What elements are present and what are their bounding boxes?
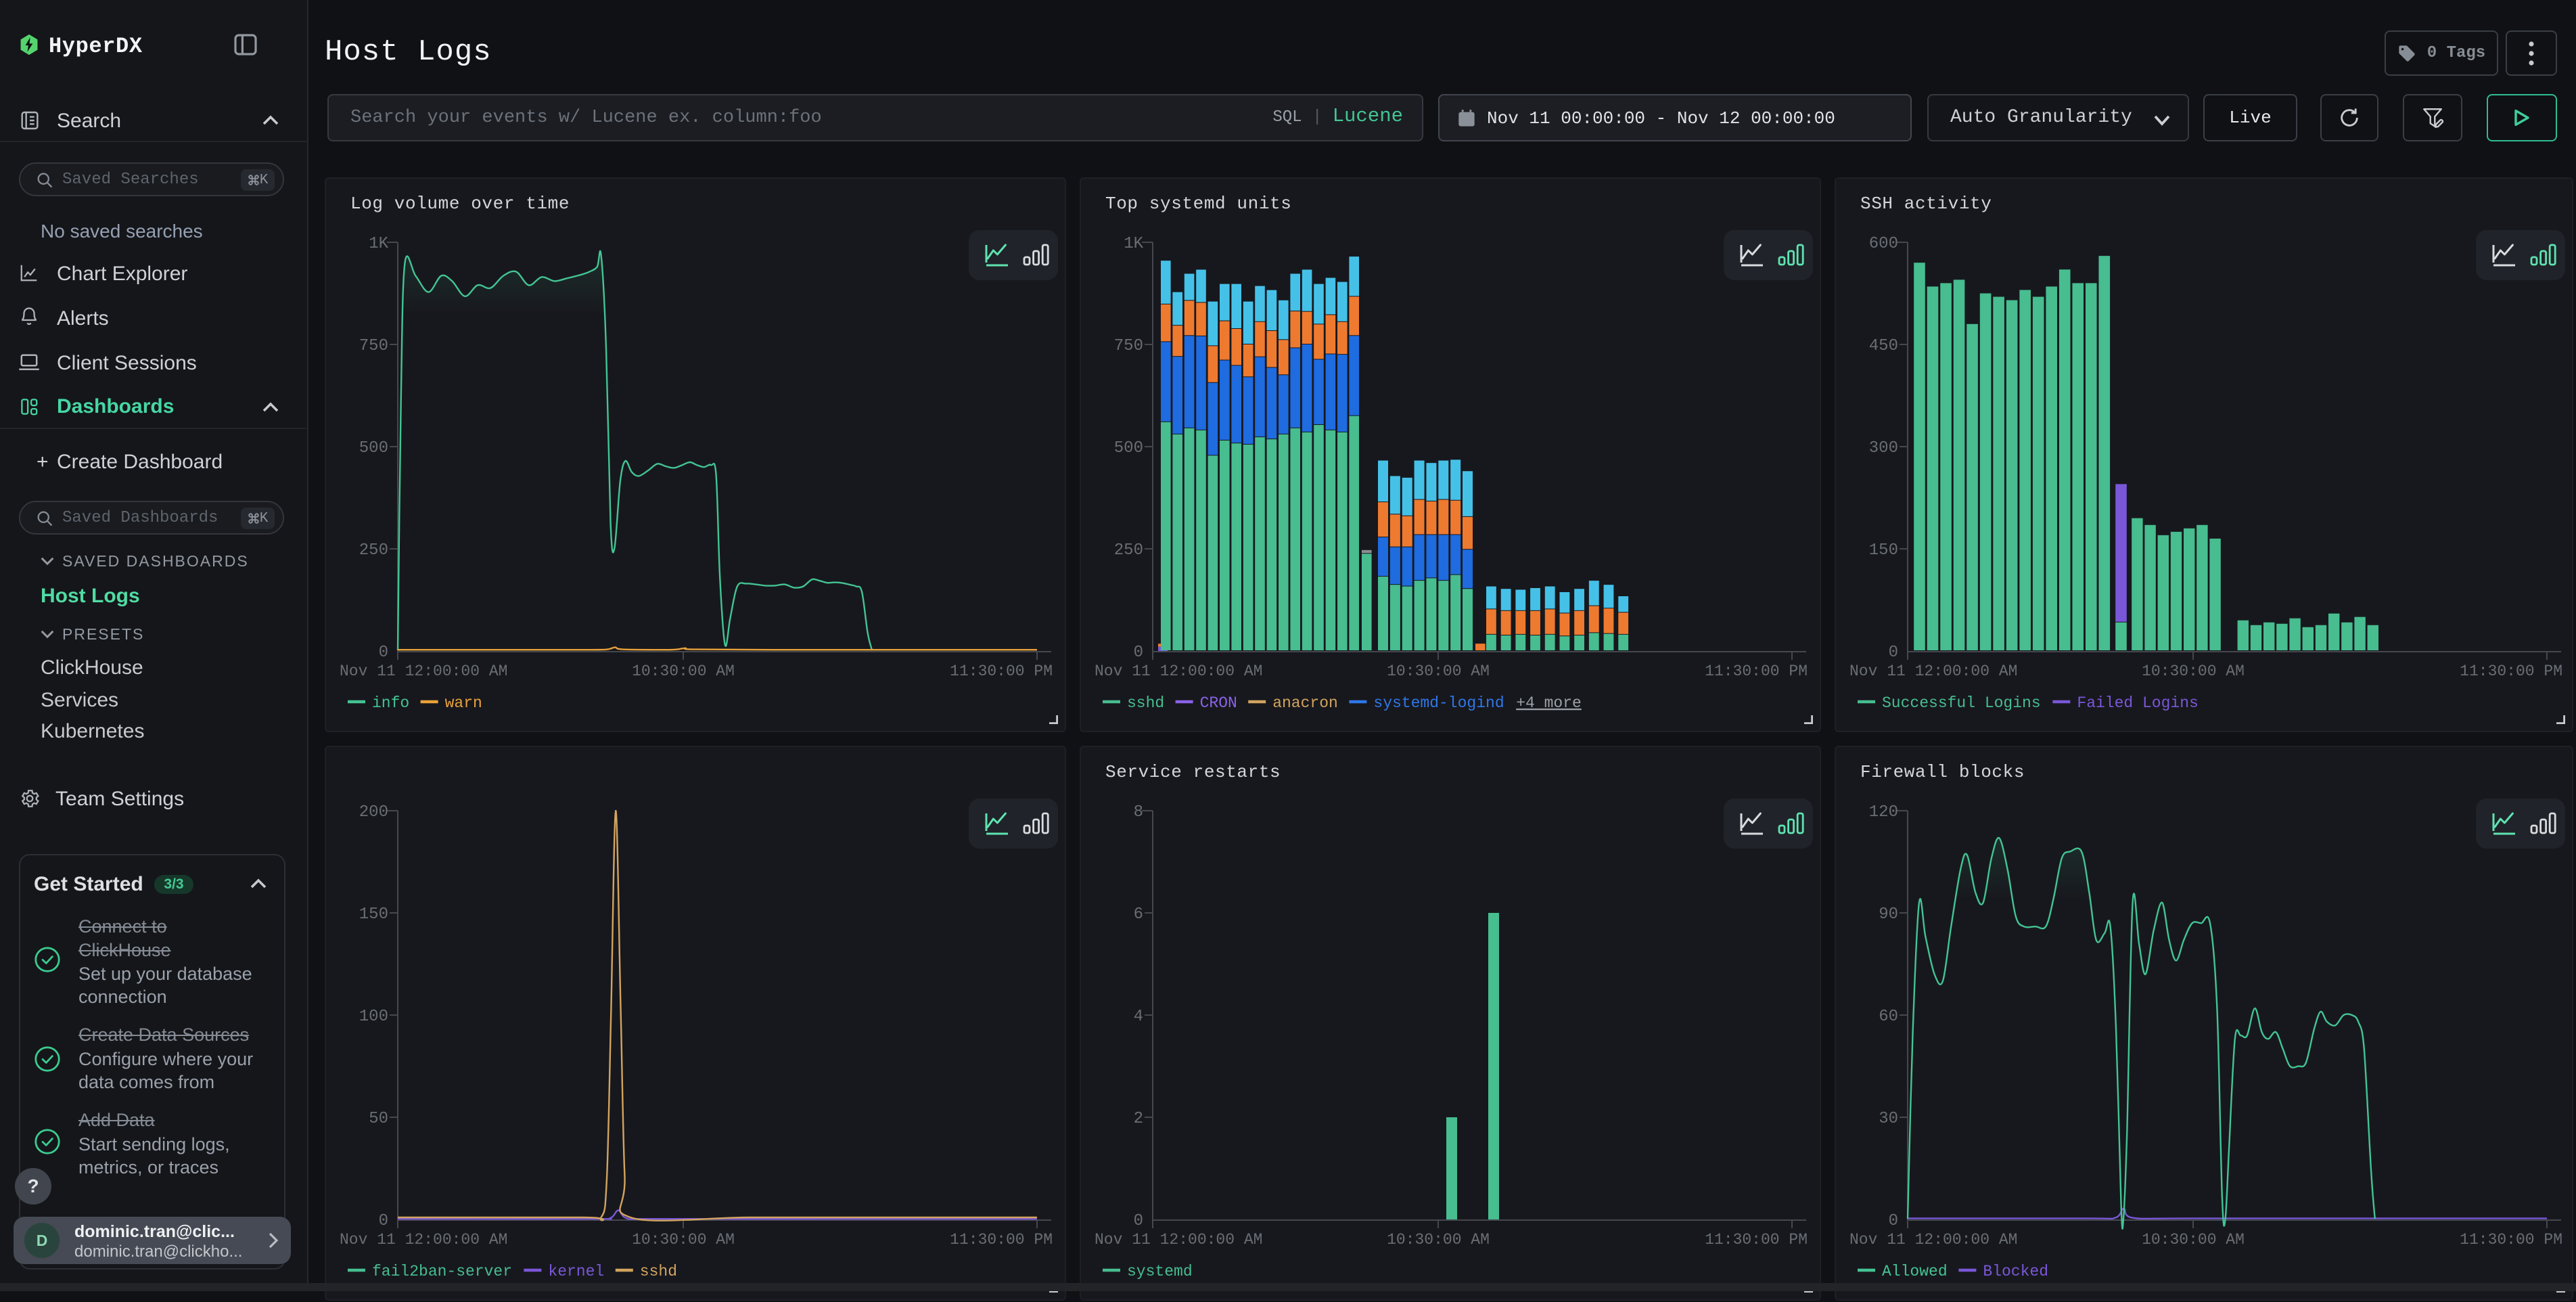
svg-text:kernel: kernel bbox=[548, 1263, 604, 1280]
svg-text:systemd: systemd bbox=[1127, 1263, 1193, 1280]
svg-text:Nov 11 12:00:00 AM: Nov 11 12:00:00 AM bbox=[340, 663, 507, 680]
svg-text:10:30:00 AM: 10:30:00 AM bbox=[2142, 1231, 2245, 1249]
svg-text:11:30:00 PM: 11:30:00 PM bbox=[1705, 1231, 1808, 1249]
svg-text:2: 2 bbox=[1134, 1110, 1143, 1128]
svg-text:fail2ban-server: fail2ban-server bbox=[372, 1263, 512, 1280]
svg-text:500: 500 bbox=[1114, 439, 1143, 457]
svg-text:150: 150 bbox=[359, 905, 388, 924]
svg-text:0: 0 bbox=[1134, 1212, 1143, 1230]
svg-text:Nov 11 12:00:00 AM: Nov 11 12:00:00 AM bbox=[340, 1231, 507, 1249]
svg-text:300: 300 bbox=[1869, 439, 1898, 457]
svg-text:150: 150 bbox=[1869, 541, 1898, 560]
svg-text:4: 4 bbox=[1134, 1008, 1143, 1026]
svg-text:sshd: sshd bbox=[640, 1263, 677, 1280]
svg-text:Allowed: Allowed bbox=[1882, 1263, 1948, 1280]
svg-text:systemd-logind: systemd-logind bbox=[1373, 694, 1504, 712]
svg-text:CRON: CRON bbox=[1200, 694, 1237, 712]
svg-text:10:30:00 AM: 10:30:00 AM bbox=[1387, 1231, 1490, 1249]
svg-text:Failed Logins: Failed Logins bbox=[2077, 694, 2198, 712]
svg-text:120: 120 bbox=[1869, 803, 1898, 822]
svg-text:Nov 11 12:00:00 AM: Nov 11 12:00:00 AM bbox=[1849, 1231, 2017, 1249]
svg-text:11:30:00 PM: 11:30:00 PM bbox=[2460, 1231, 2562, 1249]
svg-text:10:30:00 AM: 10:30:00 AM bbox=[2142, 663, 2245, 680]
svg-text:Successful Logins: Successful Logins bbox=[1882, 694, 2041, 712]
svg-text:11:30:00 PM: 11:30:00 PM bbox=[950, 663, 1053, 680]
svg-text:0: 0 bbox=[1134, 644, 1143, 662]
svg-text:500: 500 bbox=[359, 439, 388, 457]
svg-text:750: 750 bbox=[1114, 337, 1143, 355]
svg-text:1K: 1K bbox=[1124, 235, 1143, 253]
svg-text:10:30:00 AM: 10:30:00 AM bbox=[1387, 663, 1490, 680]
svg-text:0: 0 bbox=[379, 644, 388, 662]
svg-text:6: 6 bbox=[1134, 905, 1143, 924]
svg-text:50: 50 bbox=[369, 1110, 388, 1128]
svg-text:Blocked: Blocked bbox=[1983, 1263, 2048, 1280]
svg-text:0: 0 bbox=[379, 1212, 388, 1230]
svg-text:anacron: anacron bbox=[1272, 694, 1338, 712]
svg-text:11:30:00 PM: 11:30:00 PM bbox=[950, 1231, 1053, 1249]
svg-text:0: 0 bbox=[1889, 644, 1898, 662]
svg-text:8: 8 bbox=[1134, 803, 1143, 822]
svg-text:10:30:00 AM: 10:30:00 AM bbox=[632, 1231, 735, 1249]
svg-text:450: 450 bbox=[1869, 337, 1898, 355]
svg-text:1K: 1K bbox=[369, 235, 388, 253]
svg-text:sshd: sshd bbox=[1127, 694, 1164, 712]
svg-text:60: 60 bbox=[1879, 1008, 1898, 1026]
svg-text:+4 more: +4 more bbox=[1516, 694, 1582, 712]
svg-text:0: 0 bbox=[1889, 1212, 1898, 1230]
svg-text:11:30:00 PM: 11:30:00 PM bbox=[2460, 663, 2562, 680]
svg-text:info: info bbox=[372, 694, 409, 712]
svg-text:600: 600 bbox=[1869, 235, 1898, 253]
svg-text:Nov 11 12:00:00 AM: Nov 11 12:00:00 AM bbox=[1095, 1231, 1262, 1249]
svg-text:10:30:00 AM: 10:30:00 AM bbox=[632, 663, 735, 680]
svg-text:90: 90 bbox=[1879, 905, 1898, 924]
svg-text:250: 250 bbox=[359, 541, 388, 560]
svg-text:100: 100 bbox=[359, 1008, 388, 1026]
svg-text:750: 750 bbox=[359, 337, 388, 355]
svg-text:200: 200 bbox=[359, 803, 388, 822]
svg-text:30: 30 bbox=[1879, 1110, 1898, 1128]
svg-text:Nov 11 12:00:00 AM: Nov 11 12:00:00 AM bbox=[1095, 663, 1262, 680]
svg-text:warn: warn bbox=[445, 694, 482, 712]
svg-text:Nov 11 12:00:00 AM: Nov 11 12:00:00 AM bbox=[1849, 663, 2017, 680]
svg-text:11:30:00 PM: 11:30:00 PM bbox=[1705, 663, 1808, 680]
svg-text:250: 250 bbox=[1114, 541, 1143, 560]
